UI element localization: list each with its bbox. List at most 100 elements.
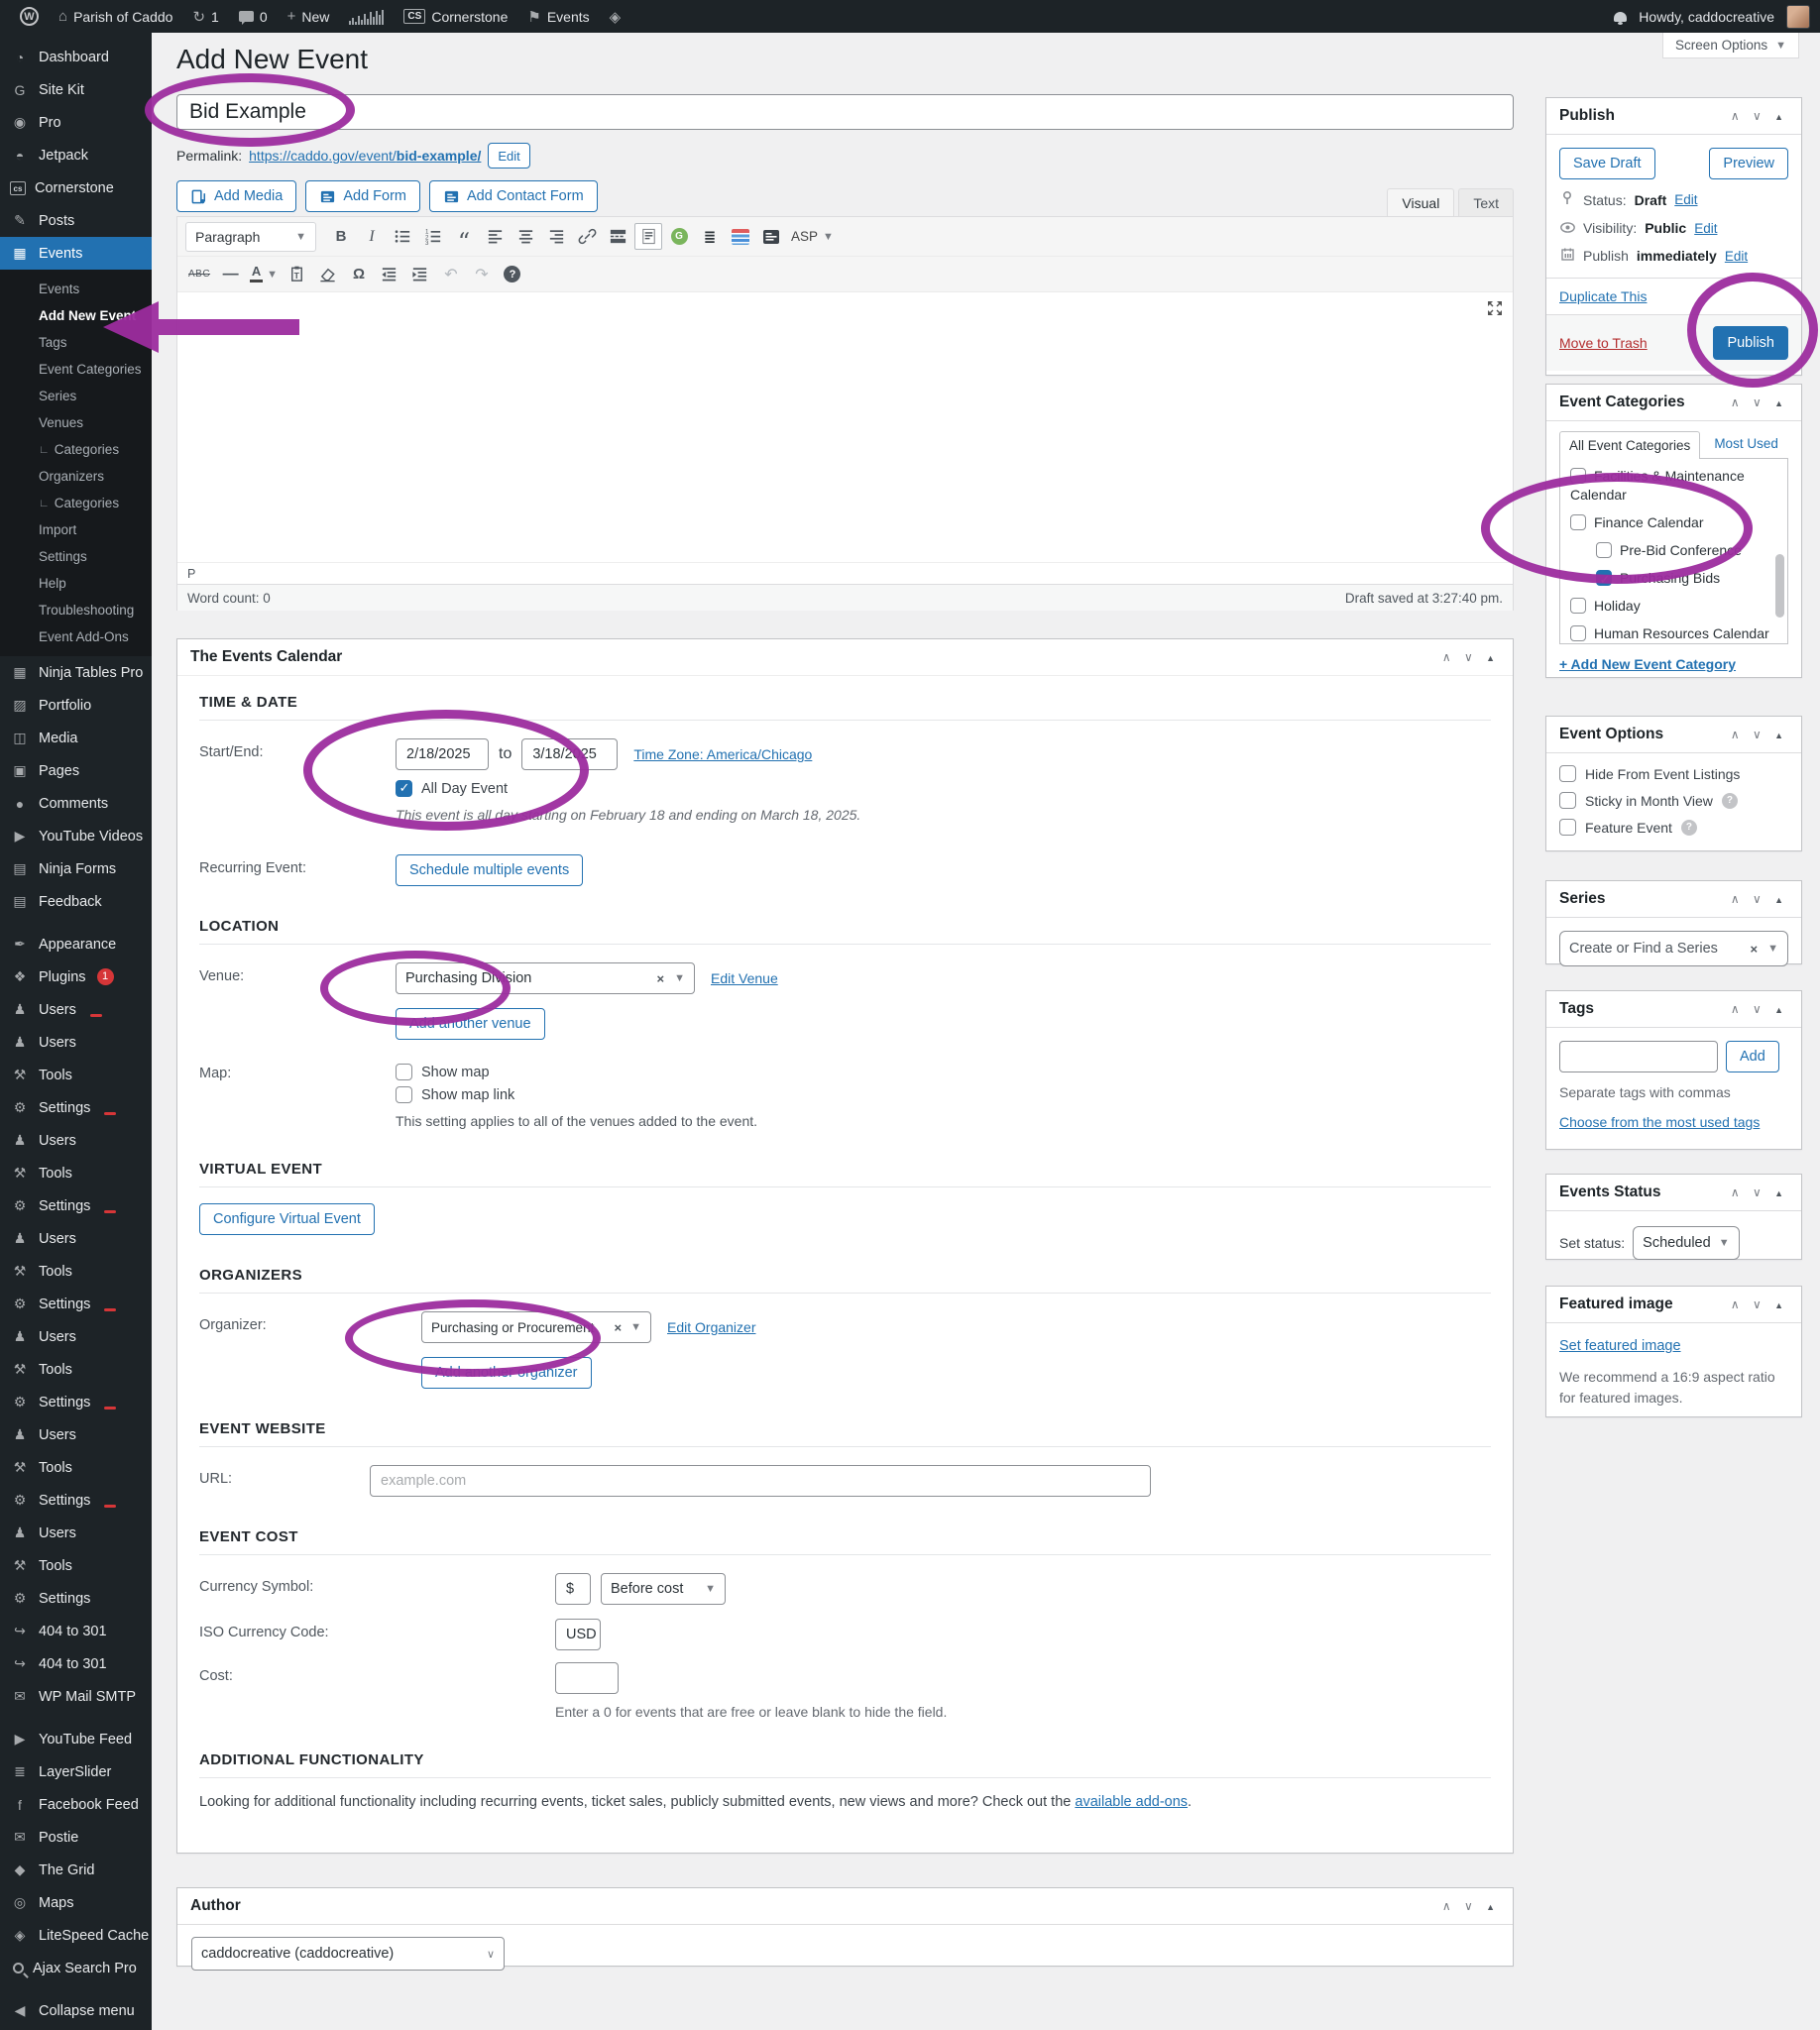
sidebar-item-portfolio[interactable]: ▨Portfolio — [0, 689, 152, 722]
clear-icon[interactable]: × — [615, 1320, 623, 1335]
sidebar-item-users[interactable]: ♟Users — [0, 1222, 152, 1255]
tab-all-event-categories[interactable]: All Event Categories — [1559, 431, 1700, 459]
edit-venue-link[interactable]: Edit Venue — [711, 970, 778, 986]
bulleted-list-button[interactable] — [389, 223, 416, 250]
add-new-event-category-link[interactable]: + Add New Event Category — [1559, 656, 1736, 672]
admin-bar-item-new-content[interactable]: +New — [278, 0, 340, 33]
sidebar-item-appearance[interactable]: ✒Appearance — [0, 928, 152, 960]
sticky-in-month-view-checkbox[interactable] — [1559, 792, 1576, 809]
sidebar-item-events[interactable]: Events — [0, 276, 152, 302]
bold-button[interactable]: B — [327, 223, 355, 250]
sidebar-item-ninja-forms[interactable]: ▤Ninja Forms — [0, 852, 152, 885]
available-add-ons-link[interactable]: available add-ons — [1075, 1794, 1188, 1810]
feature-event-checkbox[interactable] — [1559, 819, 1576, 836]
edit-status-link[interactable]: Edit — [1674, 192, 1697, 207]
category-checkbox-human-resources-calendar[interactable] — [1570, 625, 1586, 641]
read-more-button[interactable] — [604, 223, 631, 250]
sidebar-item-import[interactable]: Import — [0, 516, 152, 543]
sidebar-item-series[interactable]: Series — [0, 383, 152, 409]
sidebar-item-settings[interactable]: ⚙Settings — [0, 1386, 152, 1418]
admin-bar-item-cornerstone[interactable]: CSCornerstone — [394, 0, 517, 33]
end-date-input[interactable]: 3/18/2025 — [521, 738, 618, 770]
category-checkbox-pre-bid-conference[interactable] — [1596, 542, 1612, 558]
sidebar-item-settings[interactable]: ⚙Settings — [0, 1484, 152, 1517]
sidebar-item-users[interactable]: ♟Users — [0, 1124, 152, 1157]
sidebar-item-404-to-301[interactable]: ↪404 to 301 — [0, 1647, 152, 1680]
organizer-select[interactable]: Purchasing or Procurement ×▼ — [421, 1311, 651, 1343]
help-icon[interactable]: ? — [1722, 793, 1738, 809]
italic-button[interactable]: I — [358, 223, 386, 250]
choose-most-used-tags-link[interactable]: Choose from the most used tags — [1559, 1114, 1760, 1130]
sidebar-item-litespeed-cache[interactable]: ◈LiteSpeed Cache — [0, 1919, 152, 1952]
the-grid-button[interactable]: G — [665, 223, 693, 250]
all-day-checkbox[interactable] — [396, 780, 412, 797]
sidebar-item-venues[interactable]: Venues — [0, 409, 152, 436]
permalink-link[interactable]: https://caddo.gov/event/bid-example/ — [249, 148, 481, 164]
horizontal-rule-button[interactable]: — — [216, 261, 244, 287]
metabox-handles[interactable]: ∧ ∨ ▲ — [1731, 892, 1788, 906]
sidebar-item-troubleshooting[interactable]: Troubleshooting — [0, 597, 152, 623]
redo-button[interactable]: ↷ — [468, 261, 496, 287]
admin-bar-item-wordpress-logo[interactable]: W — [10, 0, 49, 33]
sidebar-item-plugins[interactable]: ❖Plugins1 — [0, 960, 152, 993]
sidebar-item-wp-mail-smtp[interactable]: ✉WP Mail SMTP — [0, 1680, 152, 1713]
admin-bar-item-comments[interactable]: 0 — [229, 0, 278, 33]
sidebar-item-media[interactable]: ◫Media — [0, 722, 152, 754]
admin-bar-item-litespeed[interactable]: ◈ — [600, 0, 631, 33]
howdy-account-menu[interactable]: Howdy, caddocreative — [1639, 9, 1774, 25]
sidebar-item-youtube-videos[interactable]: ▶YouTube Videos — [0, 820, 152, 852]
sidebar-item-cornerstone[interactable]: csCornerstone — [0, 171, 152, 204]
sidebar-item-users[interactable]: ♟Users — [0, 1320, 152, 1353]
sidebar-item-categories[interactable]: ∟Categories — [0, 436, 152, 463]
sidebar-item-tools[interactable]: ⚒Tools — [0, 1157, 152, 1189]
edit-visibility-link[interactable]: Edit — [1694, 221, 1717, 236]
strikethrough-button[interactable]: ABC — [185, 261, 213, 287]
author-select[interactable]: caddocreative (caddocreative)∨ — [191, 1937, 505, 1971]
move-to-trash-link[interactable]: Move to Trash — [1559, 335, 1648, 351]
sidebar-item-jetpack[interactable]: ◓Jetpack — [0, 139, 152, 171]
category-checkbox-purchasing-bids[interactable] — [1596, 570, 1612, 586]
sidebar-item-events[interactable]: ▦Events — [0, 237, 152, 270]
metabox-handles[interactable]: ∧ ∨ ▲ — [1731, 395, 1788, 409]
tag-input[interactable] — [1559, 1041, 1718, 1072]
fullscreen-icon[interactable] — [1487, 300, 1503, 321]
sidebar-item-facebook-feed[interactable]: fFacebook Feed — [0, 1788, 152, 1821]
sidebar-item-categories[interactable]: ∟Categories — [0, 490, 152, 516]
schedule-multiple-events-button[interactable]: Schedule multiple events — [396, 854, 583, 886]
url-input[interactable]: example.com — [370, 1465, 1151, 1497]
sidebar-item-pages[interactable]: ▣Pages — [0, 754, 152, 787]
sidebar-item-tools[interactable]: ⚒Tools — [0, 1451, 152, 1484]
clear-formatting-button[interactable] — [314, 261, 342, 287]
editor-content-area[interactable] — [177, 292, 1513, 562]
sidebar-item-settings[interactable]: ⚙Settings — [0, 1582, 152, 1615]
metabox-handles[interactable]: ∧ ∨ ▲ — [1731, 109, 1788, 123]
metabox-handles[interactable]: ∧ ∨ ▲ — [1731, 1185, 1788, 1199]
sidebar-item-pro[interactable]: ◉Pro — [0, 106, 152, 139]
category-checkbox-facilities-maintenance-calendar[interactable] — [1570, 468, 1586, 484]
add-another-organizer-button[interactable]: Add another organizer — [421, 1357, 592, 1389]
sidebar-item-layerslider[interactable]: ≣LayerSlider — [0, 1755, 152, 1788]
layerslider-button[interactable]: ≣ — [696, 223, 724, 250]
tab-most-used[interactable]: Most Used — [1714, 436, 1778, 458]
sidebar-item-site-kit[interactable]: GSite Kit — [0, 73, 152, 106]
page-break-button[interactable] — [634, 223, 662, 250]
currency-symbol-input[interactable]: $ — [555, 1573, 591, 1605]
add-another-venue-button[interactable]: Add another venue — [396, 1008, 545, 1040]
admin-bar-item-stats-sparkline[interactable] — [339, 0, 394, 33]
preview-button[interactable]: Preview — [1709, 148, 1788, 179]
publish-button[interactable]: Publish — [1713, 326, 1788, 360]
sidebar-item-ninja-tables-pro[interactable]: ▦Ninja Tables Pro — [0, 656, 152, 689]
screen-options-button[interactable]: Screen Options ▼ — [1662, 33, 1799, 58]
configure-virtual-event-button[interactable]: Configure Virtual Event — [199, 1203, 375, 1235]
paste-as-text-button[interactable]: T — [284, 261, 311, 287]
edit-permalink-button[interactable]: Edit — [488, 143, 529, 169]
sidebar-item-collapse-menu[interactable]: ◀Collapse menu — [0, 1994, 152, 2027]
timezone-link[interactable]: Time Zone: America/Chicago — [633, 746, 812, 762]
pricing-table-button[interactable] — [727, 223, 754, 250]
sidebar-item-feedback[interactable]: ▤Feedback — [0, 885, 152, 918]
venue-select[interactable]: Purchasing Division ×▼ — [396, 962, 695, 994]
iso-currency-input[interactable]: USD — [555, 1619, 601, 1650]
sidebar-item-posts[interactable]: ✎Posts — [0, 204, 152, 237]
sidebar-item-settings[interactable]: ⚙Settings — [0, 1091, 152, 1124]
sidebar-item-tools[interactable]: ⚒Tools — [0, 1255, 152, 1288]
